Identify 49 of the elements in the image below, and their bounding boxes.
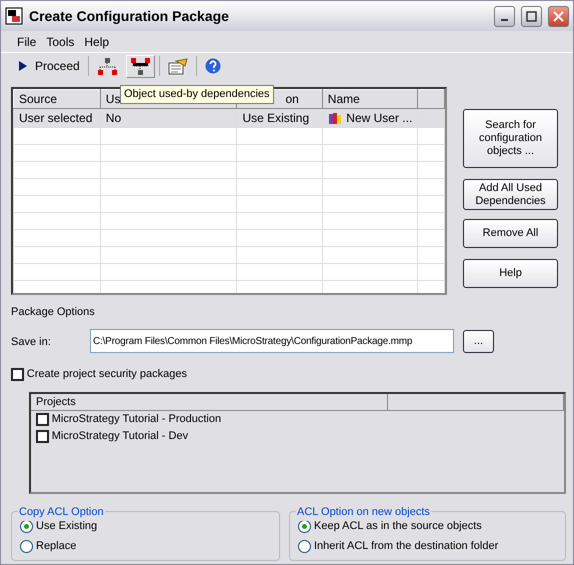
field-label: Save in:: [11, 335, 51, 350]
menu-item[interactable]: Help: [84, 32, 110, 50]
radio-button[interactable]: [298, 540, 311, 552]
tooltip: Object used-by dependencies: [120, 85, 274, 104]
menu-item[interactable]: File: [17, 32, 36, 50]
radio-label: Use Existing: [36, 518, 98, 534]
checkbox[interactable]: [11, 368, 24, 381]
user-group-icon: [328, 111, 341, 125]
side-button[interactable]: Search for configuration objects ...: [463, 109, 558, 168]
maximize-icon: [526, 10, 537, 22]
browse-button[interactable]: ...: [463, 330, 494, 353]
side-button[interactable]: Help: [463, 259, 558, 288]
column-header: Projects: [31, 394, 388, 410]
proceed-button[interactable]: Proceed: [15, 55, 84, 77]
column-header: Source: [14, 90, 100, 108]
close-button[interactable]: [548, 6, 569, 26]
minimize-icon: [501, 18, 508, 20]
section-heading: Package Options: [11, 305, 95, 320]
radio-button[interactable]: [20, 540, 33, 552]
checkbox[interactable]: [36, 430, 49, 443]
table-cell: User selected: [14, 108, 100, 128]
hierarchy-icon: [130, 56, 151, 76]
close-icon: [553, 10, 564, 22]
group-title: Copy ACL Option: [18, 504, 105, 520]
table-cell-text: New User ...: [346, 110, 412, 127]
project-name: MicroStrategy Tutorial - Production: [52, 412, 222, 428]
dependencies-button[interactable]: [126, 54, 155, 78]
hierarchy-icon: [96, 56, 118, 76]
radio-label: Replace: [36, 538, 76, 554]
menu-item[interactable]: Tools: [46, 32, 74, 50]
column-header: Name: [322, 90, 418, 108]
table-cell: No: [100, 108, 237, 128]
table-cell: Use Existing: [236, 108, 322, 128]
side-button[interactable]: Add All Used Dependencies: [463, 179, 558, 210]
help-icon: [204, 58, 221, 74]
radio-label: Inherit ACL from the destination folder: [314, 538, 498, 554]
group-title: ACL Option on new objects: [296, 504, 431, 520]
checkbox[interactable]: [36, 413, 49, 426]
project-name: MicroStrategy Tutorial - Dev: [52, 429, 188, 444]
window-title: Create Configuration Package: [29, 6, 230, 26]
radio-label: Keep ACL as in the source objects: [314, 518, 482, 534]
side-button[interactable]: Remove All: [463, 219, 558, 248]
path-field[interactable]: C:\Program Files\Common Files\MicroStrategy\ConfigurationPackage.mmp: [90, 329, 454, 353]
app-icon: [5, 7, 23, 25]
maximize-button[interactable]: [521, 6, 542, 26]
play-icon: [19, 61, 27, 71]
checkbox-label: Create project security packages: [26, 367, 187, 382]
minimize-button[interactable]: [494, 6, 515, 26]
package-icon: [168, 57, 188, 75]
